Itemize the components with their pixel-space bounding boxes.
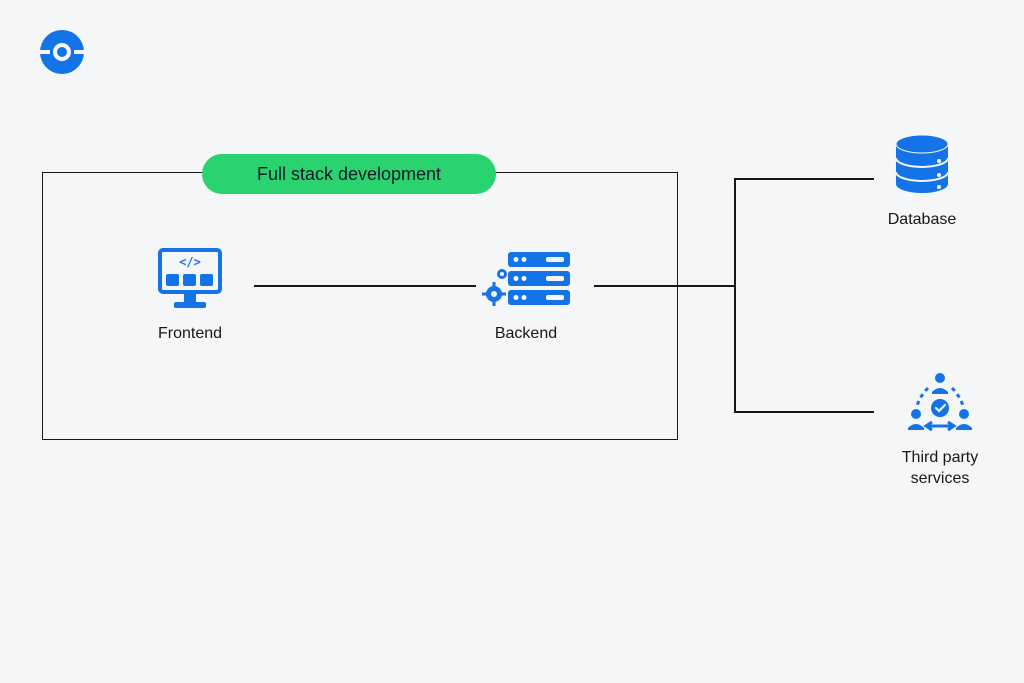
title-pill-label: Full stack development	[257, 164, 441, 185]
monitor-code-icon: </>	[150, 244, 230, 314]
node-backend-label: Backend	[495, 324, 557, 345]
edge-frontend-backend	[254, 285, 476, 287]
edge-branch-thirdparty	[734, 411, 874, 413]
node-frontend: </> Frontend	[150, 244, 230, 345]
node-third-party: Third party services	[880, 368, 1000, 490]
edge-backend-trunk	[594, 285, 734, 287]
node-frontend-label: Frontend	[158, 324, 222, 345]
fullstack-container	[42, 172, 678, 440]
node-database-label: Database	[888, 210, 957, 231]
title-pill: Full stack development	[202, 154, 496, 194]
node-backend: Backend	[476, 244, 576, 345]
edge-branch-vertical	[734, 178, 736, 412]
node-third-party-label: Third party services	[880, 448, 1000, 490]
team-icon	[900, 368, 980, 438]
server-gears-icon	[476, 244, 576, 314]
database-icon	[882, 130, 962, 200]
svg-text:</>: </>	[179, 255, 201, 269]
node-database: Database	[882, 130, 962, 231]
edge-branch-database	[734, 178, 874, 180]
brand-logo	[38, 28, 86, 76]
